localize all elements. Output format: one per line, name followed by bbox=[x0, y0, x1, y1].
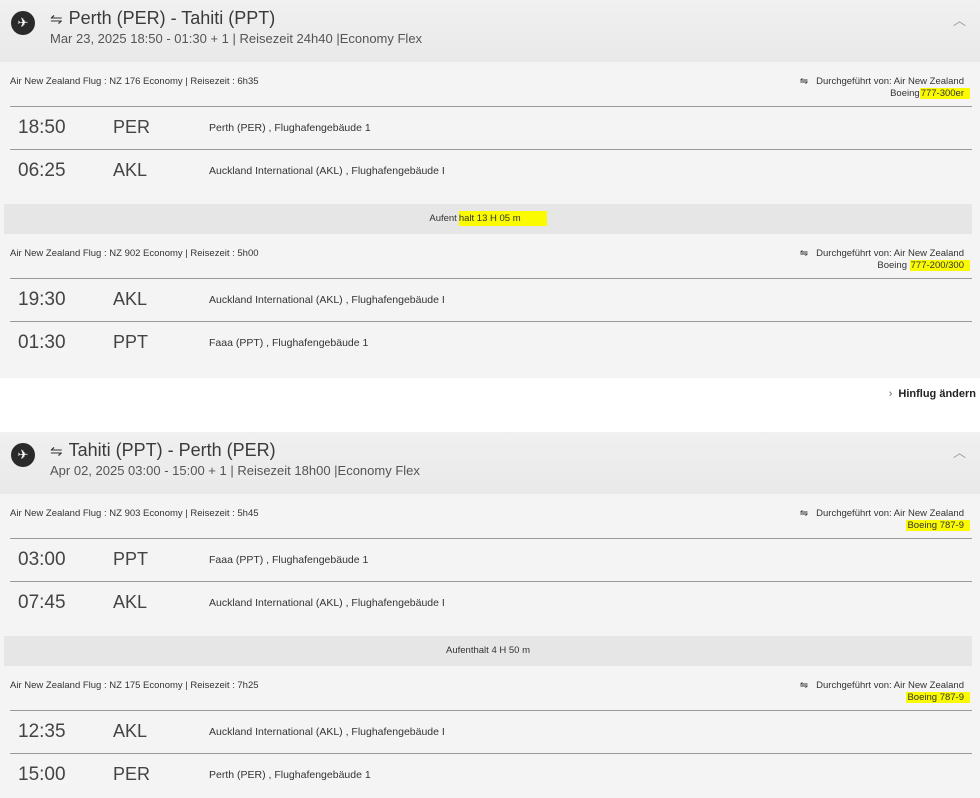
aircraft-prefix: Boeing bbox=[877, 260, 907, 271]
exchange-arrows-icon: ⇋ bbox=[799, 680, 809, 691]
journey-title: ⇋ Tahiti (PPT) - Perth (PER) bbox=[50, 440, 276, 460]
stop-airport: Faaa (PPT) , Flughafengebäude 1 bbox=[209, 554, 369, 566]
chevron-right-icon: › bbox=[888, 388, 893, 400]
flight-segment: Air New Zealand Flug : NZ 902 Economy | … bbox=[0, 234, 980, 364]
stop-code: AKL bbox=[113, 160, 148, 180]
operator-info: ⇋ Durchgeführt von: Air New Zealand Boein… bbox=[799, 248, 970, 272]
stop-row: 01:30 PPT Faaa (PPT) , Flughafengebäude … bbox=[10, 321, 972, 364]
aircraft-highlight: Boeing 787-9 bbox=[906, 520, 970, 531]
return-body: Air New Zealand Flug : NZ 903 Economy | … bbox=[0, 494, 980, 798]
stop-time: 06:25 bbox=[18, 160, 66, 181]
stop-time: 03:00 bbox=[18, 549, 66, 570]
stop-airport: Auckland International (AKL) , Flughafen… bbox=[209, 597, 445, 609]
stop-time: 18:50 bbox=[18, 117, 66, 138]
flight-info: Air New Zealand Flug : NZ 903 Economy | … bbox=[10, 508, 259, 519]
stop-row: 12:35 AKL Auckland International (AKL) ,… bbox=[10, 710, 972, 753]
stop-code: PER bbox=[113, 117, 151, 137]
aircraft-prefix: Boeing bbox=[890, 88, 920, 99]
stop-code: AKL bbox=[113, 289, 148, 309]
stop-row: 19:30 AKL Auckland International (AKL) ,… bbox=[10, 278, 972, 321]
aircraft-highlight: 777-200/300 bbox=[909, 260, 970, 271]
stop-airport: Perth (PER) , Flughafengebäude 1 bbox=[209, 122, 371, 134]
stop-row: 07:45 AKL Auckland International (AKL) ,… bbox=[10, 581, 972, 624]
layover-bar: Aufent halt 13 H 05 m bbox=[4, 204, 972, 234]
aircraft-highlight: 777-300er bbox=[919, 88, 970, 99]
outbound-journey: ✈ ⇋ Perth (PER) - Tahiti (PPT) Mar 23, 20… bbox=[0, 0, 980, 378]
stop-airport: Auckland International (AKL) , Flughafen… bbox=[209, 165, 445, 177]
layover-highlight: halt 13 H 05 m bbox=[458, 211, 547, 226]
flight-info: Air New Zealand Flug : NZ 175 Economy | … bbox=[10, 680, 259, 691]
plane-icon: ✈ bbox=[11, 443, 35, 467]
aircraft-highlight: Boeing 787-9 bbox=[906, 692, 970, 703]
exchange-arrows-icon: ⇋ bbox=[799, 508, 809, 519]
stop-time: 15:00 bbox=[18, 764, 66, 785]
layover-bar: Aufenthalt 4 H 50 m bbox=[4, 636, 972, 666]
stop-airport: Auckland International (AKL) , Flughafen… bbox=[209, 294, 445, 306]
stop-row: 15:00 PER Perth (PER) , Flughafengebäude… bbox=[10, 753, 972, 796]
stop-code: PPT bbox=[113, 332, 149, 352]
chevron-up-icon[interactable]: ︿ bbox=[953, 10, 966, 29]
return-header[interactable]: ✈ ⇋ Tahiti (PPT) - Perth (PER) Apr 02, 20… bbox=[0, 432, 980, 494]
operator-info: ⇋ Durchgeführt von: Air New Zealand Boein… bbox=[799, 508, 970, 532]
stop-airport: Faaa (PPT) , Flughafengebäude 1 bbox=[209, 337, 369, 349]
journey-title: ⇋ Perth (PER) - Tahiti (PPT) bbox=[50, 8, 276, 28]
stop-time: 07:45 bbox=[18, 592, 66, 613]
stop-airport: Auckland International (AKL) , Flughafen… bbox=[209, 726, 445, 738]
operator-info: ⇋ Durchgeführt von: Air New Zealand Boein… bbox=[799, 680, 970, 704]
outbound-body: Air New Zealand Flug : NZ 176 Economy | … bbox=[0, 62, 980, 378]
chevron-up-icon[interactable]: ︿ bbox=[953, 442, 966, 461]
flight-segment: Air New Zealand Flug : NZ 175 Economy | … bbox=[0, 666, 980, 796]
stop-row: 18:50 PER Perth (PER) , Flughafengebäude… bbox=[10, 106, 972, 149]
stop-row: 06:25 AKL Auckland International (AKL) ,… bbox=[10, 149, 972, 192]
stop-time: 01:30 bbox=[18, 332, 66, 353]
stop-code: AKL bbox=[113, 592, 148, 612]
stop-airport: Perth (PER) , Flughafengebäude 1 bbox=[209, 769, 371, 781]
return-journey: ✈ ⇋ Tahiti (PPT) - Perth (PER) Apr 02, 20… bbox=[0, 432, 980, 798]
exchange-arrows-icon: ⇋ bbox=[50, 443, 63, 460]
stop-time: 12:35 bbox=[18, 721, 66, 742]
flight-segment: Air New Zealand Flug : NZ 903 Economy | … bbox=[0, 494, 980, 624]
stop-code: PPT bbox=[113, 549, 149, 569]
journey-subtitle: Mar 23, 2025 18:50 - 01:30 + 1 | Reiseze… bbox=[50, 31, 423, 46]
stop-code: PER bbox=[113, 764, 151, 784]
flight-info: Air New Zealand Flug : NZ 176 Economy | … bbox=[10, 76, 259, 87]
flight-info: Air New Zealand Flug : NZ 902 Economy | … bbox=[10, 248, 259, 259]
exchange-arrows-icon: ⇋ bbox=[799, 248, 809, 259]
journey-subtitle: Apr 02, 2025 03:00 - 15:00 + 1 | Reiseze… bbox=[50, 463, 420, 478]
outbound-header[interactable]: ✈ ⇋ Perth (PER) - Tahiti (PPT) Mar 23, 20… bbox=[0, 0, 980, 62]
stop-row: 03:00 PPT Faaa (PPT) , Flughafengebäude … bbox=[10, 538, 972, 581]
operator-info: ⇋ Durchgeführt von: Air New Zealand Boein… bbox=[799, 76, 970, 100]
exchange-arrows-icon: ⇋ bbox=[799, 76, 809, 87]
exchange-arrows-icon: ⇋ bbox=[50, 11, 63, 28]
flight-segment: Air New Zealand Flug : NZ 176 Economy | … bbox=[0, 62, 980, 192]
plane-icon: ✈ bbox=[11, 11, 35, 35]
stop-time: 19:30 bbox=[18, 289, 66, 310]
stop-code: AKL bbox=[113, 721, 148, 741]
change-outbound-link[interactable]: › Hinflug ändern bbox=[889, 388, 976, 400]
